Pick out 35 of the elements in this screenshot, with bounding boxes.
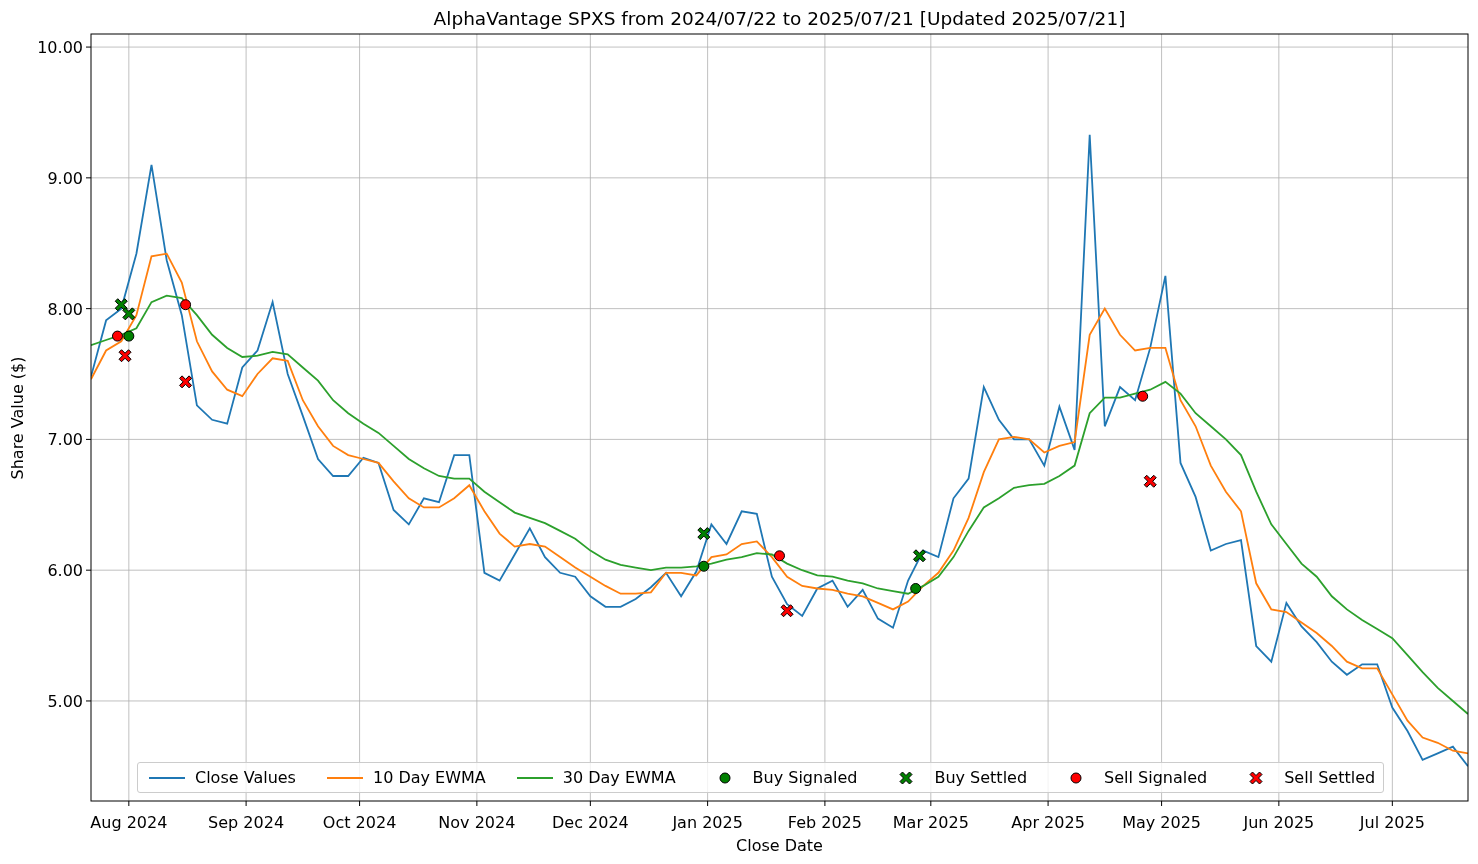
axis-label: Share Value ($) bbox=[8, 356, 27, 480]
legend-line-icon bbox=[515, 776, 554, 779]
legend-line-icon bbox=[148, 776, 186, 779]
tick-label: Sep 2024 bbox=[208, 813, 285, 832]
circle-legend-icon bbox=[719, 772, 731, 783]
tick-label: May 2025 bbox=[1122, 813, 1202, 832]
cross-legend-icon bbox=[899, 771, 913, 784]
tick-label: Nov 2024 bbox=[438, 813, 516, 832]
tick-label: Aug 2024 bbox=[90, 813, 168, 832]
legend-label: Sell Signaled bbox=[1104, 768, 1208, 787]
tick-label: 5.00 bbox=[47, 691, 83, 711]
tick-label: 10.00 bbox=[37, 38, 83, 58]
legend-label: Buy Signaled bbox=[752, 768, 858, 787]
tick-label: 8.00 bbox=[47, 299, 83, 319]
legend-label: Close Values bbox=[195, 768, 296, 787]
tick-label: Oct 2024 bbox=[322, 813, 397, 832]
tick-label: Jul 2025 bbox=[1359, 813, 1425, 832]
tick-label: Feb 2025 bbox=[787, 813, 862, 832]
chart-title: AlphaVantage SPXS from 2024/07/22 to 2025/07/21 [Updated 2025/07/21] bbox=[433, 8, 1126, 29]
tick-label: Mar 2025 bbox=[892, 813, 969, 832]
tick-label: 6.00 bbox=[47, 561, 83, 581]
legend-line-icon bbox=[326, 776, 364, 779]
legend-label: Sell Settled bbox=[1284, 768, 1376, 787]
tick-label: Dec 2024 bbox=[551, 813, 629, 832]
tick-label: 9.00 bbox=[47, 168, 83, 188]
tick-label: 7.00 bbox=[47, 430, 83, 450]
legend-label: 10 Day EWMA bbox=[372, 768, 486, 787]
legend-label: Buy Settled bbox=[934, 768, 1028, 787]
tick-label: Jan 2025 bbox=[672, 813, 743, 832]
legend-label: 30 Day EWMA bbox=[562, 768, 676, 787]
circle-legend-icon bbox=[1070, 772, 1082, 783]
axis-label: Close Date bbox=[736, 836, 823, 855]
cross-legend-icon bbox=[1249, 771, 1263, 784]
tick-label: Apr 2025 bbox=[1011, 813, 1085, 832]
tick-label: Jun 2025 bbox=[1243, 813, 1315, 832]
